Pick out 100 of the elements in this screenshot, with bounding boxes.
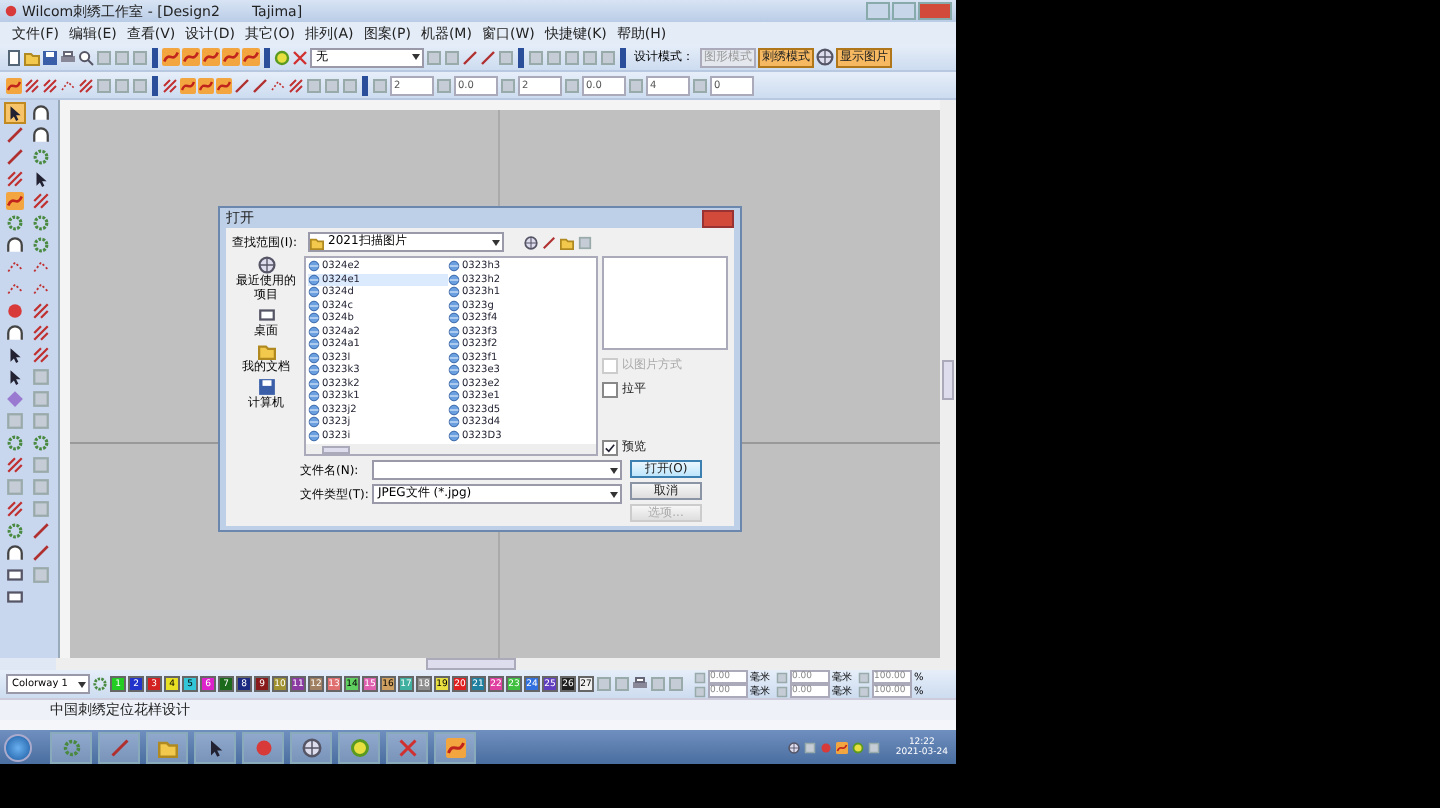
cross-icon[interactable] xyxy=(292,49,308,65)
image-file-icon[interactable] xyxy=(308,273,320,286)
arch-icon[interactable] xyxy=(5,236,23,254)
image-file-icon[interactable] xyxy=(308,260,320,273)
stripes-icon[interactable] xyxy=(5,456,23,474)
image-file-icon[interactable] xyxy=(448,299,460,312)
rectangle-icon[interactable] xyxy=(257,306,275,324)
scribble-icon[interactable] xyxy=(216,77,232,93)
square-icon[interactable] xyxy=(600,49,616,65)
line-icon[interactable] xyxy=(252,77,268,93)
dotted-line-icon[interactable] xyxy=(5,258,23,276)
square-icon[interactable] xyxy=(776,685,788,697)
dotted-line-icon[interactable] xyxy=(31,280,49,298)
scribble-icon[interactable] xyxy=(242,48,260,66)
taskbar-button[interactable] xyxy=(290,731,332,763)
page-icon[interactable] xyxy=(6,49,22,65)
square-icon[interactable] xyxy=(564,49,580,65)
pointer-icon[interactable] xyxy=(31,170,49,188)
image-file-icon[interactable] xyxy=(308,390,320,403)
image-file-icon[interactable] xyxy=(308,364,320,377)
globe-icon[interactable] xyxy=(301,737,321,757)
square-icon[interactable] xyxy=(132,77,148,93)
square-icon[interactable] xyxy=(858,671,870,683)
globe-icon[interactable] xyxy=(524,235,538,249)
line-icon[interactable] xyxy=(542,235,556,249)
square-icon[interactable] xyxy=(114,77,130,93)
dotted-line-icon[interactable] xyxy=(270,77,286,93)
square-icon[interactable] xyxy=(426,49,442,65)
image-file-icon[interactable] xyxy=(308,312,320,325)
taskbar-button[interactable] xyxy=(434,731,476,763)
stripes-icon[interactable] xyxy=(31,346,49,364)
scribble-icon[interactable] xyxy=(5,192,23,210)
scroll-thumb[interactable] xyxy=(322,446,350,454)
line-icon[interactable] xyxy=(109,737,129,757)
image-file-icon[interactable] xyxy=(308,299,320,312)
taskbar-button[interactable] xyxy=(194,731,236,763)
circle-icon[interactable] xyxy=(253,737,273,757)
start-button[interactable] xyxy=(4,733,32,761)
image-file-icon[interactable] xyxy=(448,377,460,390)
image-file-icon[interactable] xyxy=(448,325,460,338)
image-file-icon[interactable] xyxy=(448,403,460,416)
stripes-icon[interactable] xyxy=(162,77,178,93)
square-icon[interactable] xyxy=(324,77,340,93)
square-icon[interactable] xyxy=(546,49,562,65)
pointer-icon[interactable] xyxy=(5,104,23,122)
square-icon[interactable] xyxy=(528,49,544,65)
scroll-thumb[interactable] xyxy=(942,360,954,400)
square-icon[interactable] xyxy=(500,77,516,93)
line-icon[interactable] xyxy=(31,522,49,540)
image-file-icon[interactable] xyxy=(448,351,460,364)
stripes-icon[interactable] xyxy=(31,324,49,342)
stripes-icon[interactable] xyxy=(288,77,304,93)
circle-icon[interactable] xyxy=(4,4,18,18)
scribble-icon[interactable] xyxy=(180,77,196,93)
square-icon[interactable] xyxy=(694,671,706,683)
globe-icon[interactable] xyxy=(816,48,834,66)
scribble-icon[interactable] xyxy=(202,48,220,66)
image-file-icon[interactable] xyxy=(308,377,320,390)
image-file-icon[interactable] xyxy=(308,403,320,416)
check-icon[interactable] xyxy=(604,441,616,453)
square-icon[interactable] xyxy=(867,741,880,753)
square-icon[interactable] xyxy=(803,741,816,753)
dotted-line-icon[interactable] xyxy=(31,258,49,276)
square-icon[interactable] xyxy=(436,77,452,93)
image-file-icon[interactable] xyxy=(448,273,460,286)
folder-icon[interactable] xyxy=(560,235,574,249)
image-file-icon[interactable] xyxy=(308,351,320,364)
square-icon[interactable] xyxy=(114,49,130,65)
folder-icon[interactable] xyxy=(257,342,275,360)
folder-icon[interactable] xyxy=(310,235,324,249)
stripes-icon[interactable] xyxy=(24,77,40,93)
close-button[interactable] xyxy=(702,209,734,227)
square-icon[interactable] xyxy=(564,77,580,93)
square-icon[interactable] xyxy=(776,671,788,683)
vertical-scrollbar[interactable] xyxy=(940,100,956,658)
line-icon[interactable] xyxy=(234,77,250,93)
dotted-line-icon[interactable] xyxy=(60,77,76,93)
image-file-icon[interactable] xyxy=(448,260,460,273)
scribble-icon[interactable] xyxy=(182,48,200,66)
square-icon[interactable] xyxy=(372,77,388,93)
printer-icon[interactable] xyxy=(632,676,648,692)
dotted-line-icon[interactable] xyxy=(5,280,23,298)
line-icon[interactable] xyxy=(5,126,23,144)
stripes-icon[interactable] xyxy=(5,500,23,518)
stripes-icon[interactable] xyxy=(42,77,58,93)
globe-icon[interactable] xyxy=(257,256,275,274)
ring-icon[interactable] xyxy=(274,49,290,65)
stripes-icon[interactable] xyxy=(31,192,49,210)
image-file-icon[interactable] xyxy=(308,338,320,351)
square-icon[interactable] xyxy=(96,77,112,93)
scribble-icon[interactable] xyxy=(445,737,465,757)
square-icon[interactable] xyxy=(132,49,148,65)
scribble-icon[interactable] xyxy=(222,48,240,66)
cross-icon[interactable] xyxy=(397,737,417,757)
line-icon[interactable] xyxy=(480,49,496,65)
image-file-icon[interactable] xyxy=(448,416,460,429)
image-file-icon[interactable] xyxy=(308,286,320,299)
image-file-icon[interactable] xyxy=(308,325,320,338)
image-file-icon[interactable] xyxy=(448,312,460,325)
scroll-thumb[interactable] xyxy=(426,658,516,670)
